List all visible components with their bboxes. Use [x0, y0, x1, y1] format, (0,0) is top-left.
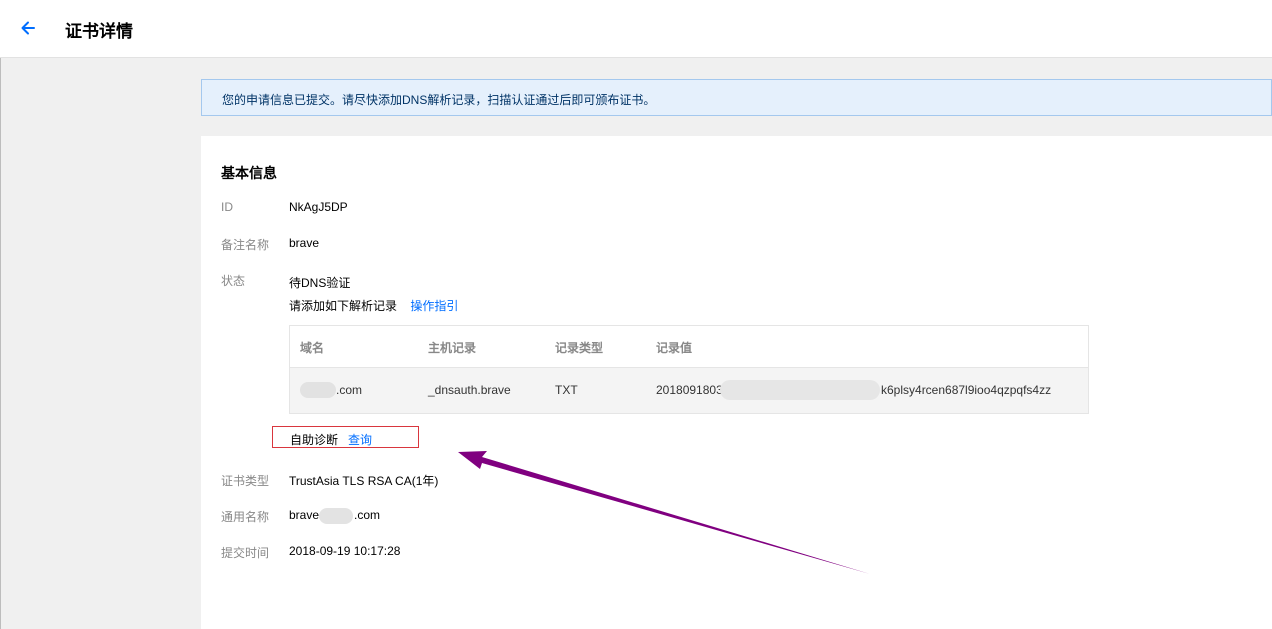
- remark-value: brave: [289, 236, 320, 250]
- page-title: 证书详情: [65, 22, 133, 41]
- status-label: 状态: [221, 274, 246, 288]
- id-label: ID: [221, 200, 233, 214]
- common-name-suffix: .com: [354, 508, 381, 522]
- id-value: NkAgJ5DP: [289, 200, 348, 214]
- redacted-mask: [300, 382, 336, 398]
- cell-type: TXT: [555, 383, 578, 397]
- info-notice: 您的申请信息已提交。请尽快添加DNS解析记录，扫描认证通过后即可颁布证书。: [201, 79, 1272, 116]
- redacted-mask: [720, 380, 880, 400]
- arrow-left-icon[interactable]: [18, 18, 38, 38]
- guide-link[interactable]: 操作指引: [410, 299, 458, 313]
- dns-prompt-text: 请添加如下解析记录: [289, 299, 398, 313]
- cell-value-prefix: 2018091803: [656, 383, 723, 397]
- status-value: 待DNS验证: [289, 276, 351, 290]
- submit-time-label: 提交时间: [221, 546, 270, 560]
- notice-text: 您的申请信息已提交。请尽快添加DNS解析记录，扫描认证通过后即可颁布证书。: [222, 93, 656, 107]
- section-title: 基本信息: [221, 165, 277, 181]
- dns-prompt: 请添加如下解析记录 操作指引: [289, 297, 458, 314]
- header-host: 主机记录: [428, 341, 477, 355]
- remark-label: 备注名称: [221, 238, 270, 252]
- query-link[interactable]: 查询: [348, 431, 372, 448]
- common-name-prefix: brave: [289, 508, 320, 522]
- submit-time-value: 2018-09-19 10:17:28: [289, 544, 401, 558]
- header-value: 记录值: [656, 341, 693, 355]
- dns-record-table: 域名 主机记录 记录类型 记录值 .com _dnsauth.brave TXT…: [289, 325, 1089, 414]
- basic-info-panel: 基本信息 ID NkAgJ5DP 备注名称 brave 状态 待DNS验证 请添…: [201, 136, 1272, 629]
- redacted-mask: [319, 508, 353, 524]
- left-divider: [0, 58, 1, 629]
- page-header: 证书详情: [0, 0, 1272, 58]
- header-domain: 域名: [300, 341, 325, 355]
- cell-host: _dnsauth.brave: [428, 383, 511, 397]
- self-diagnose-highlight: 自助诊断 查询: [272, 426, 419, 448]
- common-name-label: 通用名称: [221, 510, 270, 524]
- cert-type-value: TrustAsia TLS RSA CA(1年): [289, 474, 439, 488]
- table-row: .com _dnsauth.brave TXT 2018091803 k6pls…: [290, 368, 1088, 413]
- cell-value-suffix: k6plsy4rcen687l9ioo4qzpqfs4zz: [881, 383, 1052, 397]
- header-type: 记录类型: [555, 341, 604, 355]
- table-header: 域名 主机记录 记录类型 记录值: [290, 326, 1088, 368]
- self-diagnose-label: 自助诊断: [290, 433, 339, 447]
- cell-domain: .com: [336, 383, 363, 397]
- cert-type-label: 证书类型: [221, 474, 270, 488]
